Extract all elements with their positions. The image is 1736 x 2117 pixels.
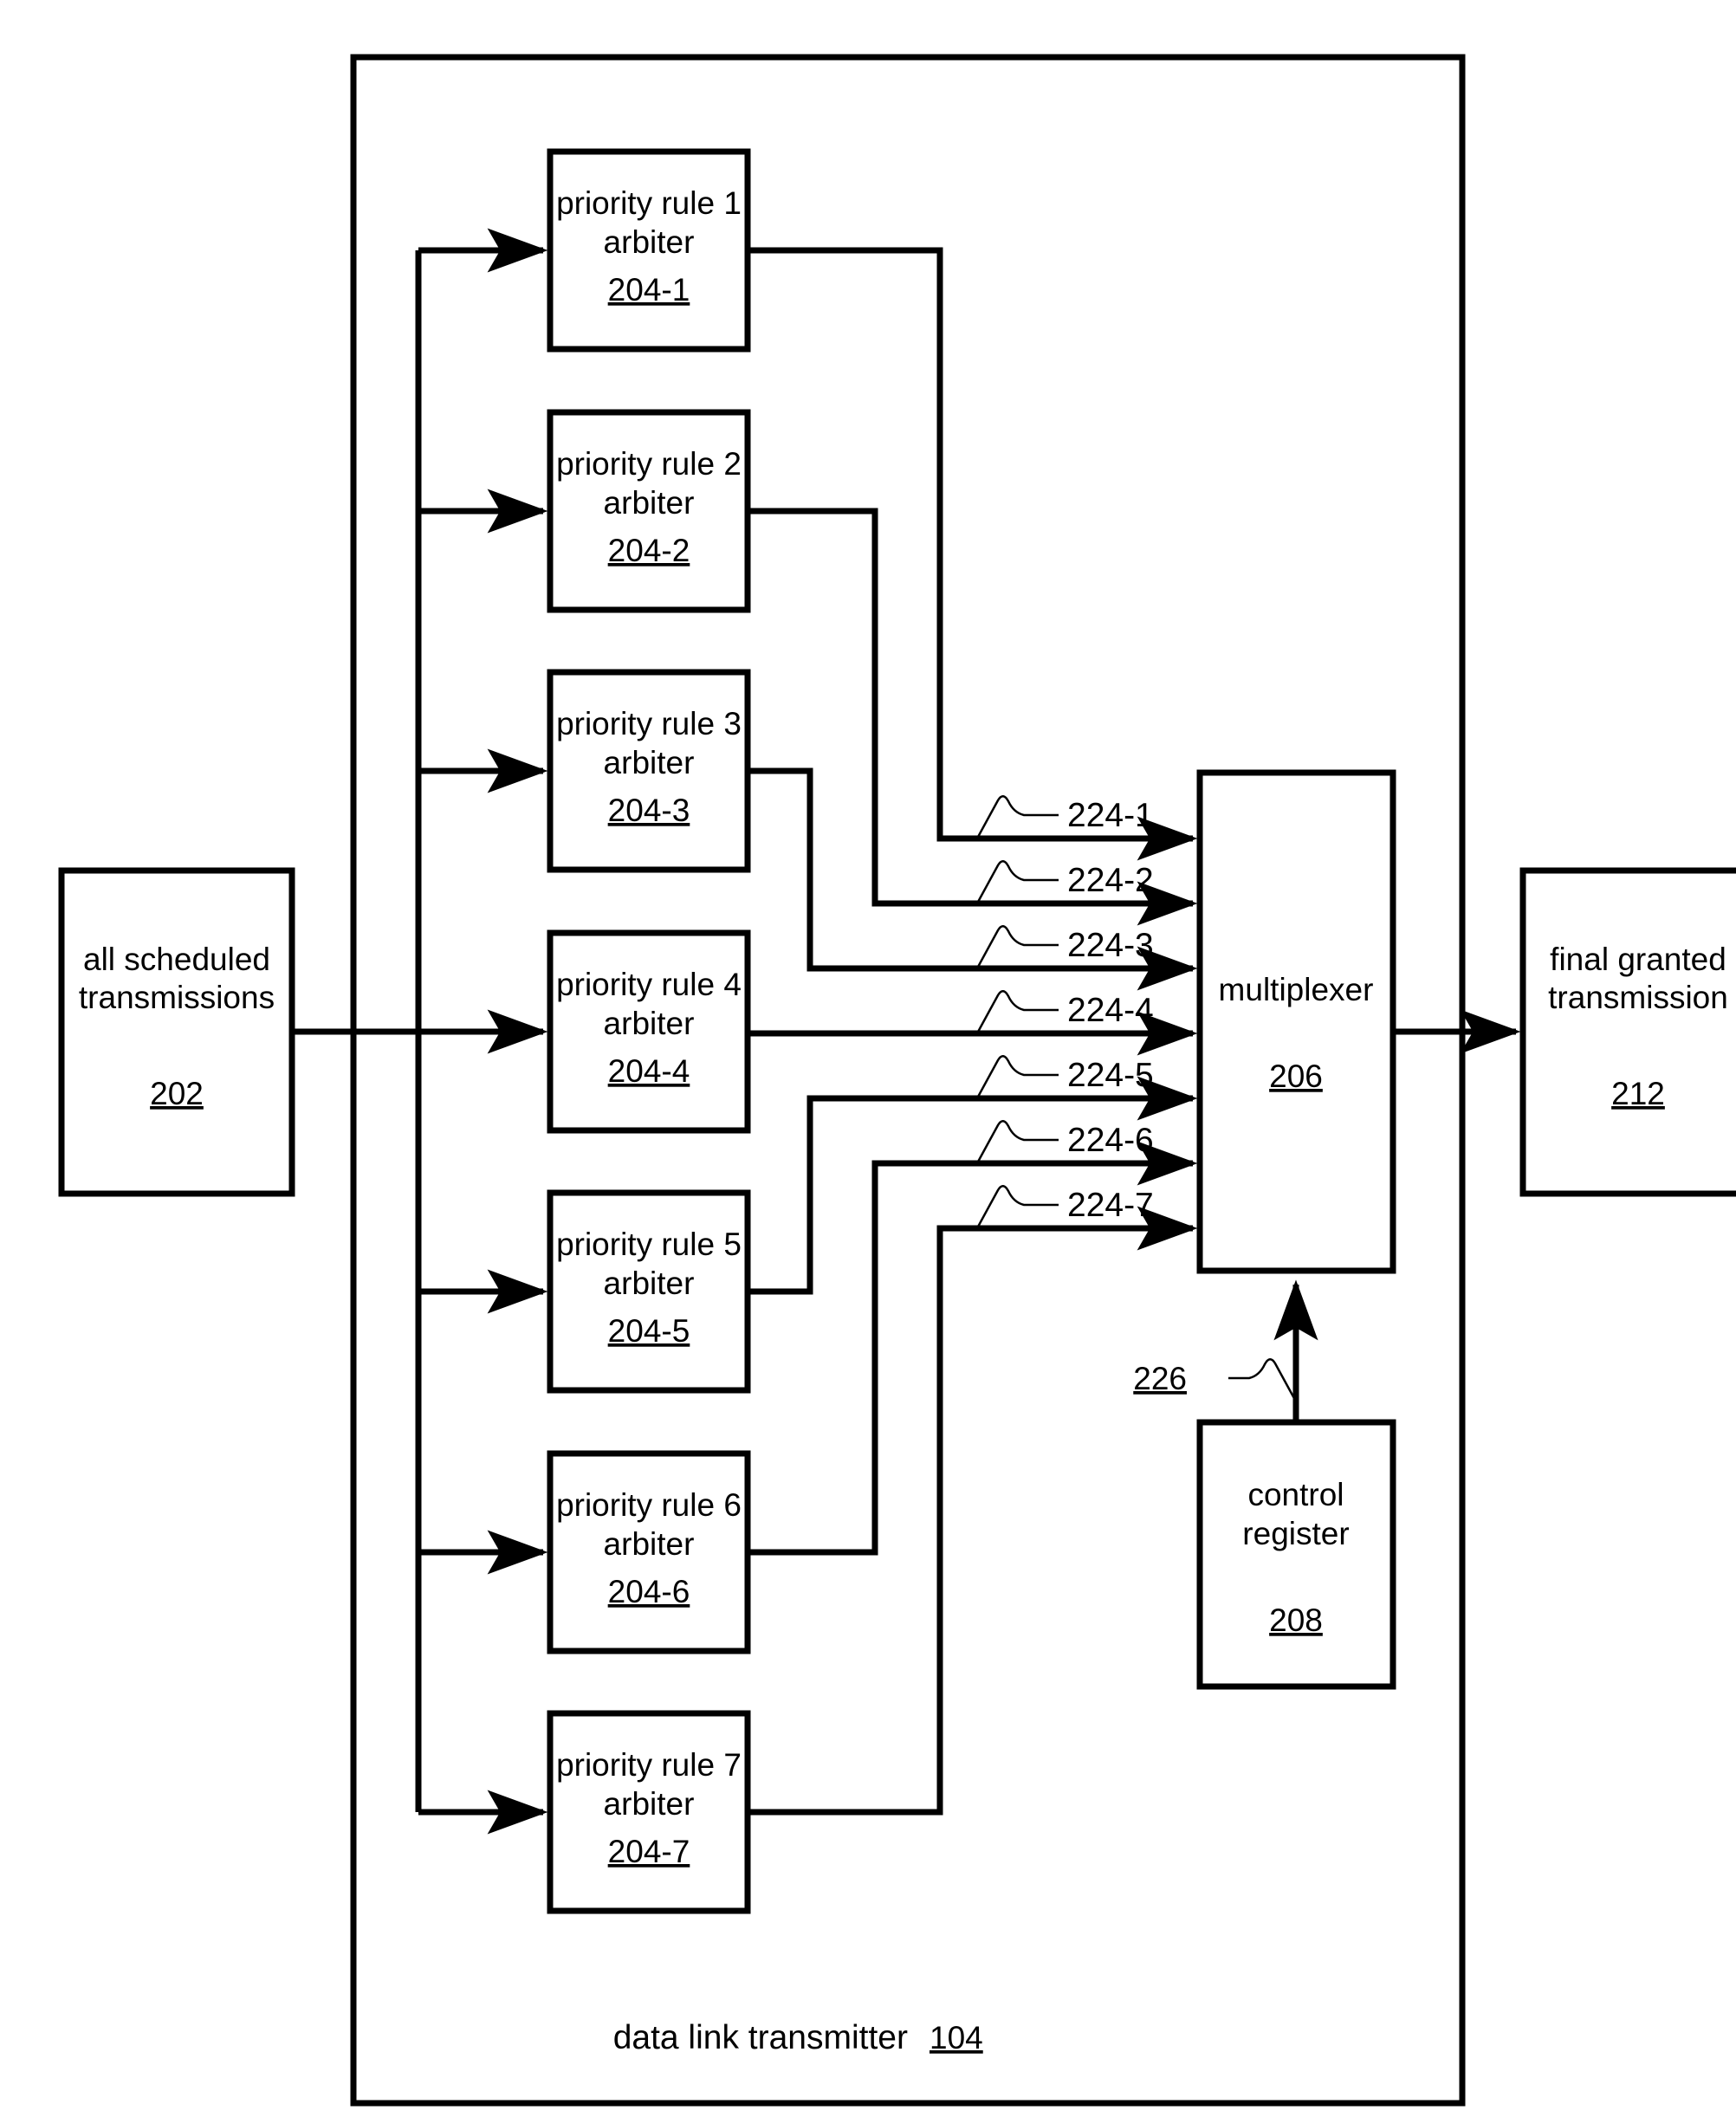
arbiter-5-line1: priority rule 5 <box>556 1227 742 1262</box>
container-caption-ref: 104 <box>930 2020 983 2055</box>
signal-226-label: 226 <box>1133 1361 1187 1396</box>
arbiter-1-line1: priority rule 1 <box>556 185 742 221</box>
final-granted-transmission-box[interactable] <box>1519 867 1736 1197</box>
all-scheduled-transmissions-box[interactable] <box>58 867 295 1197</box>
arbiter-4-ref: 204-4 <box>608 1053 690 1089</box>
wire-224-7 <box>748 1206 1198 1816</box>
arbiter-3-line1: priority rule 3 <box>556 706 742 741</box>
signal-224-3-label: 224-3 <box>1067 927 1154 964</box>
signal-224-4-label: 224-4 <box>1067 992 1154 1029</box>
lead-line-224-3 <box>975 925 1059 969</box>
arbiter-7-ref: 204-7 <box>608 1834 690 1869</box>
wire-224-1 <box>748 247 1198 861</box>
multiplexer-label: multiplexer <box>1219 972 1374 1007</box>
signal-224-6-label: 224-6 <box>1067 1122 1154 1159</box>
lead-line-226 <box>1228 1358 1298 1402</box>
block-diagram: all scheduled transmissions 202 final gr… <box>58 54 1736 2107</box>
multiplexer-box[interactable] <box>1196 769 1396 1274</box>
input-block-line2: transmissions <box>79 980 275 1015</box>
lead-line-224-2 <box>975 860 1059 904</box>
arbiter-7-line1: priority rule 7 <box>556 1747 742 1783</box>
arbiter-7-line2: arbiter <box>604 1786 695 1822</box>
lead-line-224-6 <box>975 1120 1059 1164</box>
arbiter-1-line2: arbiter <box>604 224 695 260</box>
input-block-line1: all scheduled <box>83 942 270 977</box>
figure-canvas: all scheduled transmissions 202 final gr… <box>0 0 1736 2117</box>
arbiter-5-ref: 204-5 <box>608 1313 690 1349</box>
wire-224-2 <box>748 508 1198 926</box>
input-block-ref: 202 <box>150 1076 204 1111</box>
lead-line-224-4 <box>975 990 1059 1034</box>
output-block-line1: final granted <box>1550 942 1726 977</box>
arbiter-1-ref: 204-1 <box>608 272 690 308</box>
output-block-line2: transmission <box>1548 980 1728 1015</box>
arbiter-2-ref: 204-2 <box>608 533 690 568</box>
signal-224-7-label: 224-7 <box>1067 1187 1154 1224</box>
control-register-line2: register <box>1242 1516 1349 1551</box>
arbiter-2-line2: arbiter <box>604 485 695 521</box>
arbiter-5-line2: arbiter <box>604 1266 695 1301</box>
signal-224-1-label: 224-1 <box>1067 797 1154 834</box>
control-register-ref: 208 <box>1269 1602 1323 1638</box>
arbiter-3-ref: 204-3 <box>608 793 690 828</box>
lead-line-224-5 <box>975 1055 1059 1099</box>
arbiter-2-line1: priority rule 2 <box>556 446 742 482</box>
arbiter-3-line2: arbiter <box>604 745 695 780</box>
container-caption-label: data link transmitter <box>613 2019 908 2056</box>
output-block-ref: 212 <box>1611 1076 1665 1111</box>
control-register-line1: control <box>1247 1477 1344 1512</box>
arbiter-4-line1: priority rule 4 <box>556 967 742 1002</box>
arbiter-6-ref: 204-6 <box>608 1574 690 1609</box>
arbiter-6-line1: priority rule 6 <box>556 1487 742 1523</box>
multiplexer-ref: 206 <box>1269 1058 1323 1094</box>
signal-224-2-label: 224-2 <box>1067 862 1154 899</box>
arbiter-6-line2: arbiter <box>604 1526 695 1562</box>
lead-line-224-1 <box>975 795 1059 839</box>
signal-224-5-label: 224-5 <box>1067 1057 1154 1094</box>
arbiter-4-line2: arbiter <box>604 1006 695 1041</box>
control-register-box[interactable] <box>1196 1419 1396 1690</box>
lead-line-224-7 <box>975 1185 1059 1229</box>
